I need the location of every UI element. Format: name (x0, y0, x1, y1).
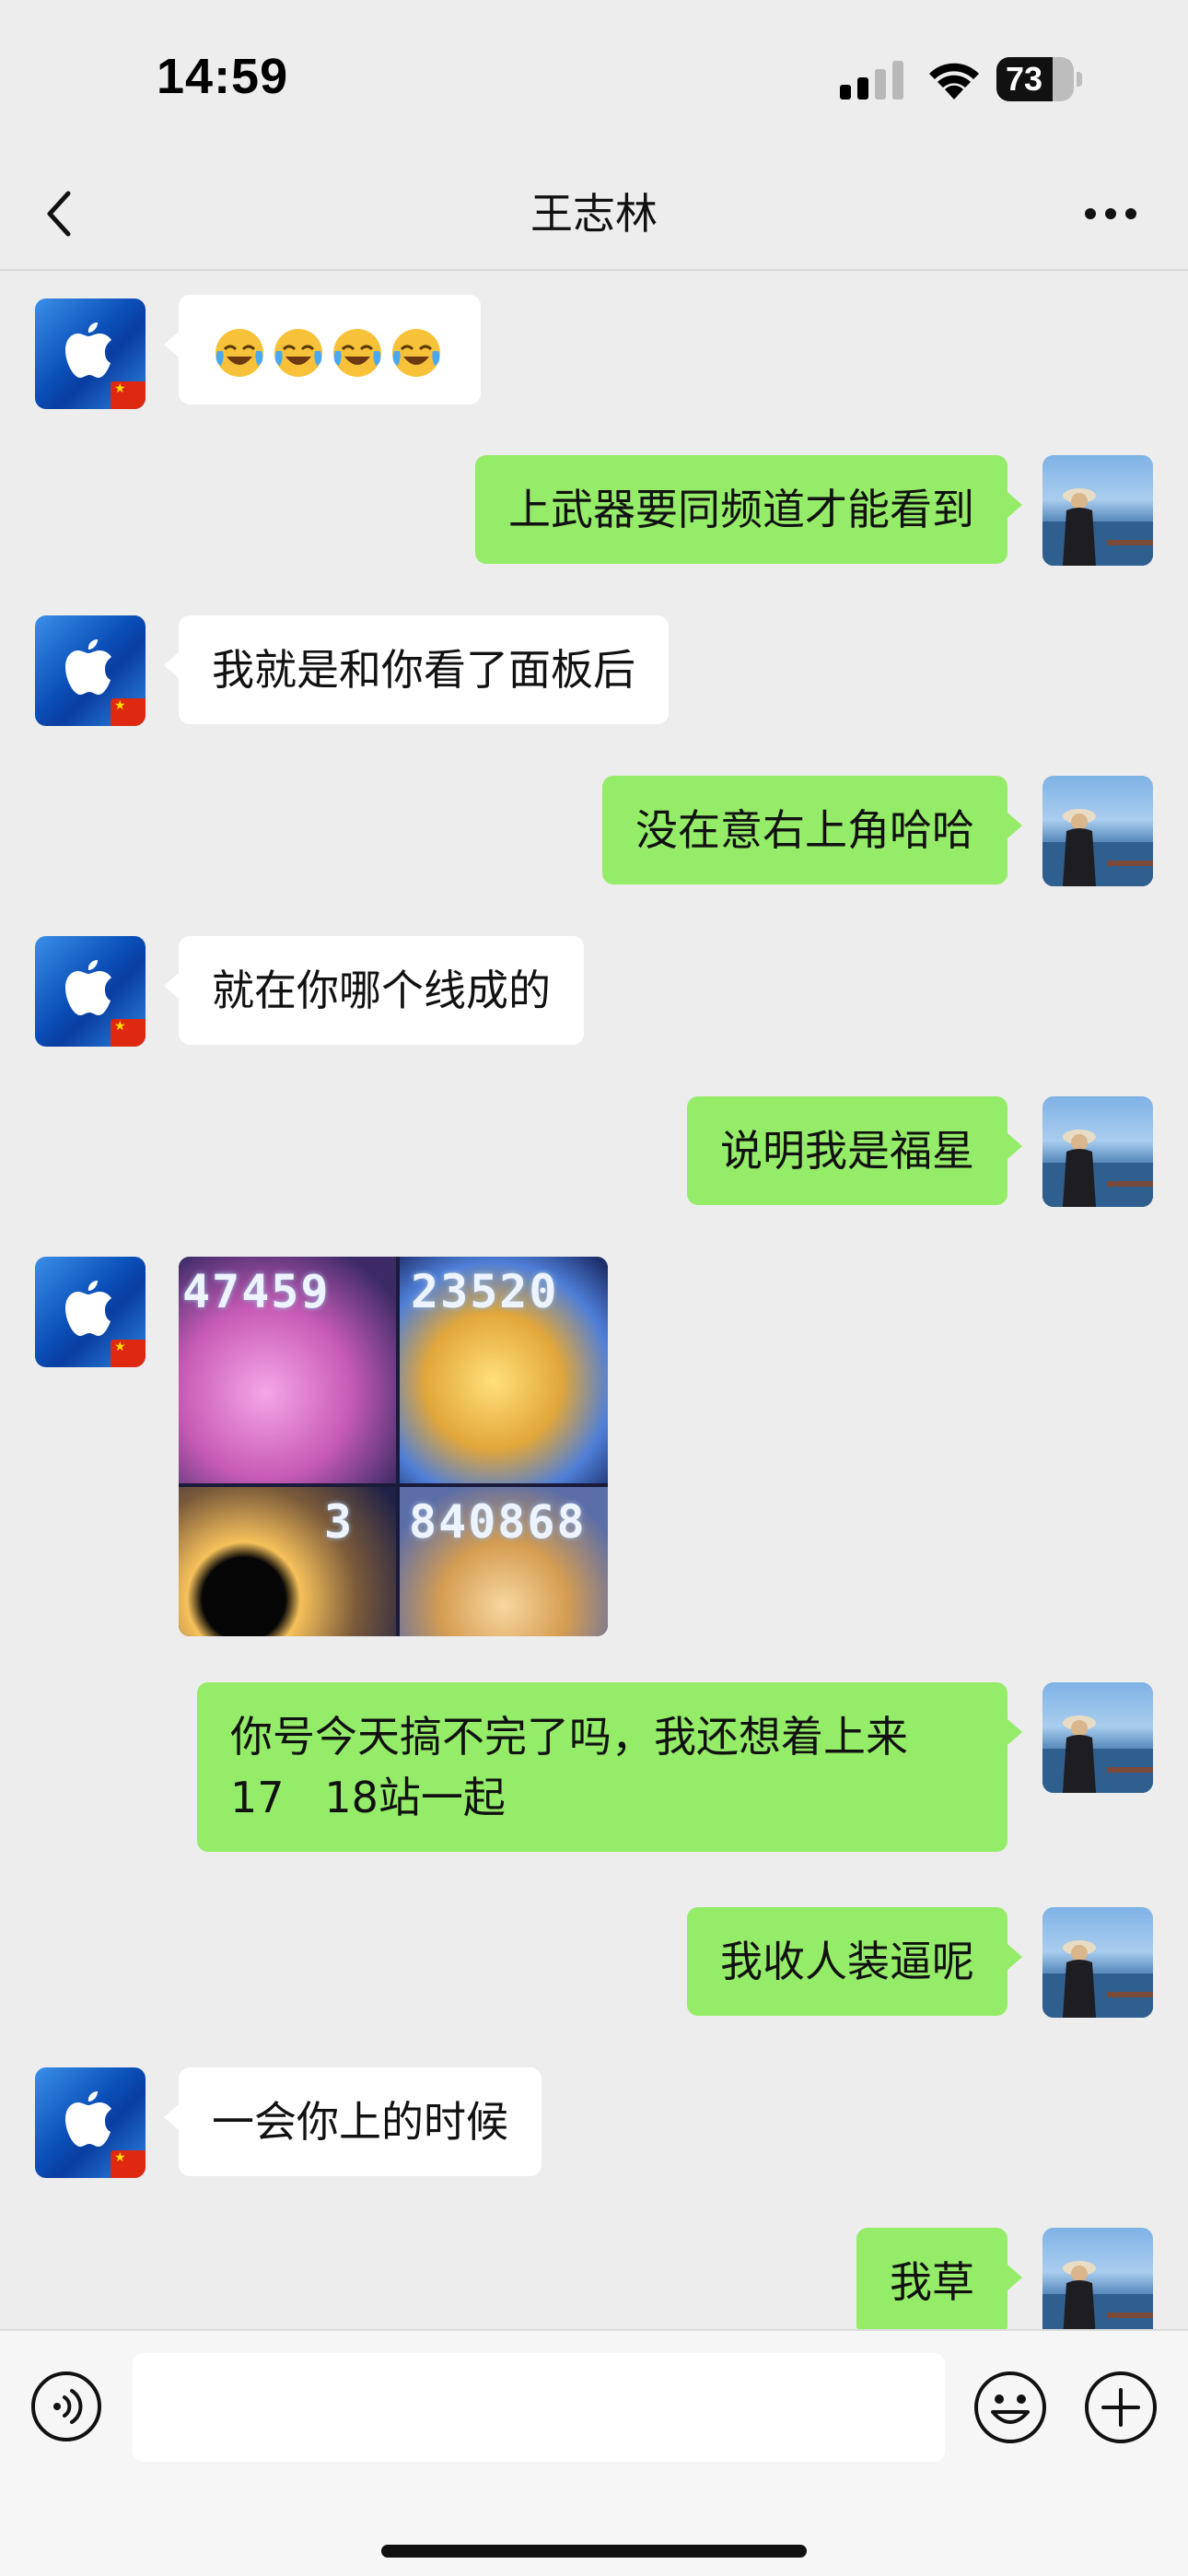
image-number: 47459 (182, 1265, 331, 1318)
china-flag-icon: ★ (111, 1340, 146, 1367)
avatar-photo-icon (1042, 1940, 1153, 2018)
apple-logo-icon (65, 322, 111, 378)
china-flag-icon: ★ (111, 381, 146, 409)
apple-logo-icon (65, 639, 111, 695)
china-flag-icon: ★ (111, 698, 146, 726)
message-text-line: 你号今天搞不完了吗，我还想着上来 (230, 1712, 908, 1762)
image-message[interactable]: 47459 23520 3 840868 (179, 1257, 608, 1636)
status-time: 14:59 (157, 49, 289, 104)
avatar-photo-icon (1042, 1130, 1153, 1207)
message-text: 一会你上的时候 (212, 2097, 508, 2147)
battery-indicator: 73 (996, 57, 1082, 101)
message-input[interactable] (133, 2353, 945, 2462)
avatar-photo-icon (1042, 2261, 1153, 2329)
china-flag-icon: ★ (111, 1019, 146, 1047)
chat-title: 王志林 (530, 189, 658, 239)
apple-logo-icon (65, 960, 111, 1015)
message-text: 我就是和你看了面板后 (212, 645, 635, 695)
cellular-signal-icon (840, 61, 903, 100)
message-text: 说明我是福星 (720, 1126, 974, 1176)
home-indicator (381, 2545, 807, 2558)
avatar-photo-icon (1042, 809, 1153, 886)
message-list[interactable]: ★ 上武器要同频道才能看到 ★ 我就是和你看了面板后 没在意右上角哈哈 ★ 就在… (0, 273, 1188, 2329)
message-text: 就在你哪个线成的 (212, 966, 551, 1015)
avatar-photo-icon (1042, 1715, 1153, 1793)
more-dots-icon[interactable] (1077, 184, 1144, 243)
message-text: 没在意右上角哈哈 (635, 805, 974, 855)
message-bubble-outgoing[interactable]: 没在意右上角哈哈 (602, 776, 1022, 884)
message-bubble-outgoing[interactable]: 上武器要同频道才能看到 (475, 455, 1022, 564)
china-flag-icon: ★ (111, 2150, 146, 2178)
image-number: 3 (324, 1495, 355, 1549)
message-text: 我草 (890, 2257, 974, 2307)
contact-avatar[interactable]: ★ (35, 615, 146, 726)
face-with-tears-of-joy-icon (215, 328, 263, 377)
avatar-photo-icon (1042, 488, 1153, 566)
face-with-tears-of-joy-icon (333, 328, 381, 377)
battery-percentage: 73 (1005, 60, 1043, 98)
message-bubble-outgoing[interactable]: 你号今天搞不完了吗，我还想着上来 17 18站一起 (197, 1682, 1022, 1852)
message-bubble-outgoing[interactable]: 我收人装逼呢 (687, 1907, 1022, 2016)
contact-avatar[interactable]: ★ (35, 936, 146, 1047)
apple-logo-icon (65, 1281, 111, 1336)
face-with-tears-of-joy-icon (274, 328, 322, 377)
chat-header: 王志林 (0, 157, 1188, 271)
contact-avatar[interactable]: ★ (35, 1257, 146, 1367)
my-avatar[interactable] (1042, 455, 1153, 566)
message-bubble-incoming[interactable] (164, 295, 481, 404)
message-text-line: 17 18站一起 (230, 1773, 506, 1822)
emoji-icon[interactable] (973, 2370, 1048, 2445)
my-avatar[interactable] (1042, 2228, 1153, 2329)
image-number: 840868 (409, 1495, 587, 1549)
my-avatar[interactable] (1042, 1682, 1153, 1793)
apple-logo-icon (65, 2091, 111, 2147)
message-bubble-outgoing[interactable]: 说明我是福星 (687, 1096, 1022, 1205)
contact-avatar[interactable]: ★ (35, 2067, 146, 2178)
message-bubble-incoming[interactable]: 就在你哪个线成的 (164, 936, 584, 1045)
message-text: 上武器要同频道才能看到 (508, 485, 974, 534)
plus-icon[interactable] (1083, 2370, 1159, 2445)
face-with-tears-of-joy-icon (392, 328, 440, 377)
message-bubble-incoming[interactable]: 一会你上的时候 (164, 2067, 542, 2176)
contact-avatar[interactable]: ★ (35, 299, 146, 409)
message-bubble-incoming[interactable]: 我就是和你看了面板后 (164, 615, 669, 724)
voice-icon[interactable] (29, 2370, 103, 2443)
input-bar (0, 2329, 1188, 2576)
status-bar: 14:59 73 (0, 0, 1188, 157)
chat-screen: 14:59 73 王志林 ★ 上武器要同频道才能看到 ★ 我就是和你看了面板后 … (0, 0, 1188, 2576)
message-text: 我收人装逼呢 (720, 1937, 974, 1986)
my-avatar[interactable] (1042, 1096, 1153, 1207)
image-number: 23520 (411, 1265, 559, 1318)
message-bubble-outgoing[interactable]: 我草 (856, 2228, 1022, 2329)
wifi-icon (929, 63, 979, 100)
my-avatar[interactable] (1042, 1907, 1153, 2018)
my-avatar[interactable] (1042, 776, 1153, 886)
